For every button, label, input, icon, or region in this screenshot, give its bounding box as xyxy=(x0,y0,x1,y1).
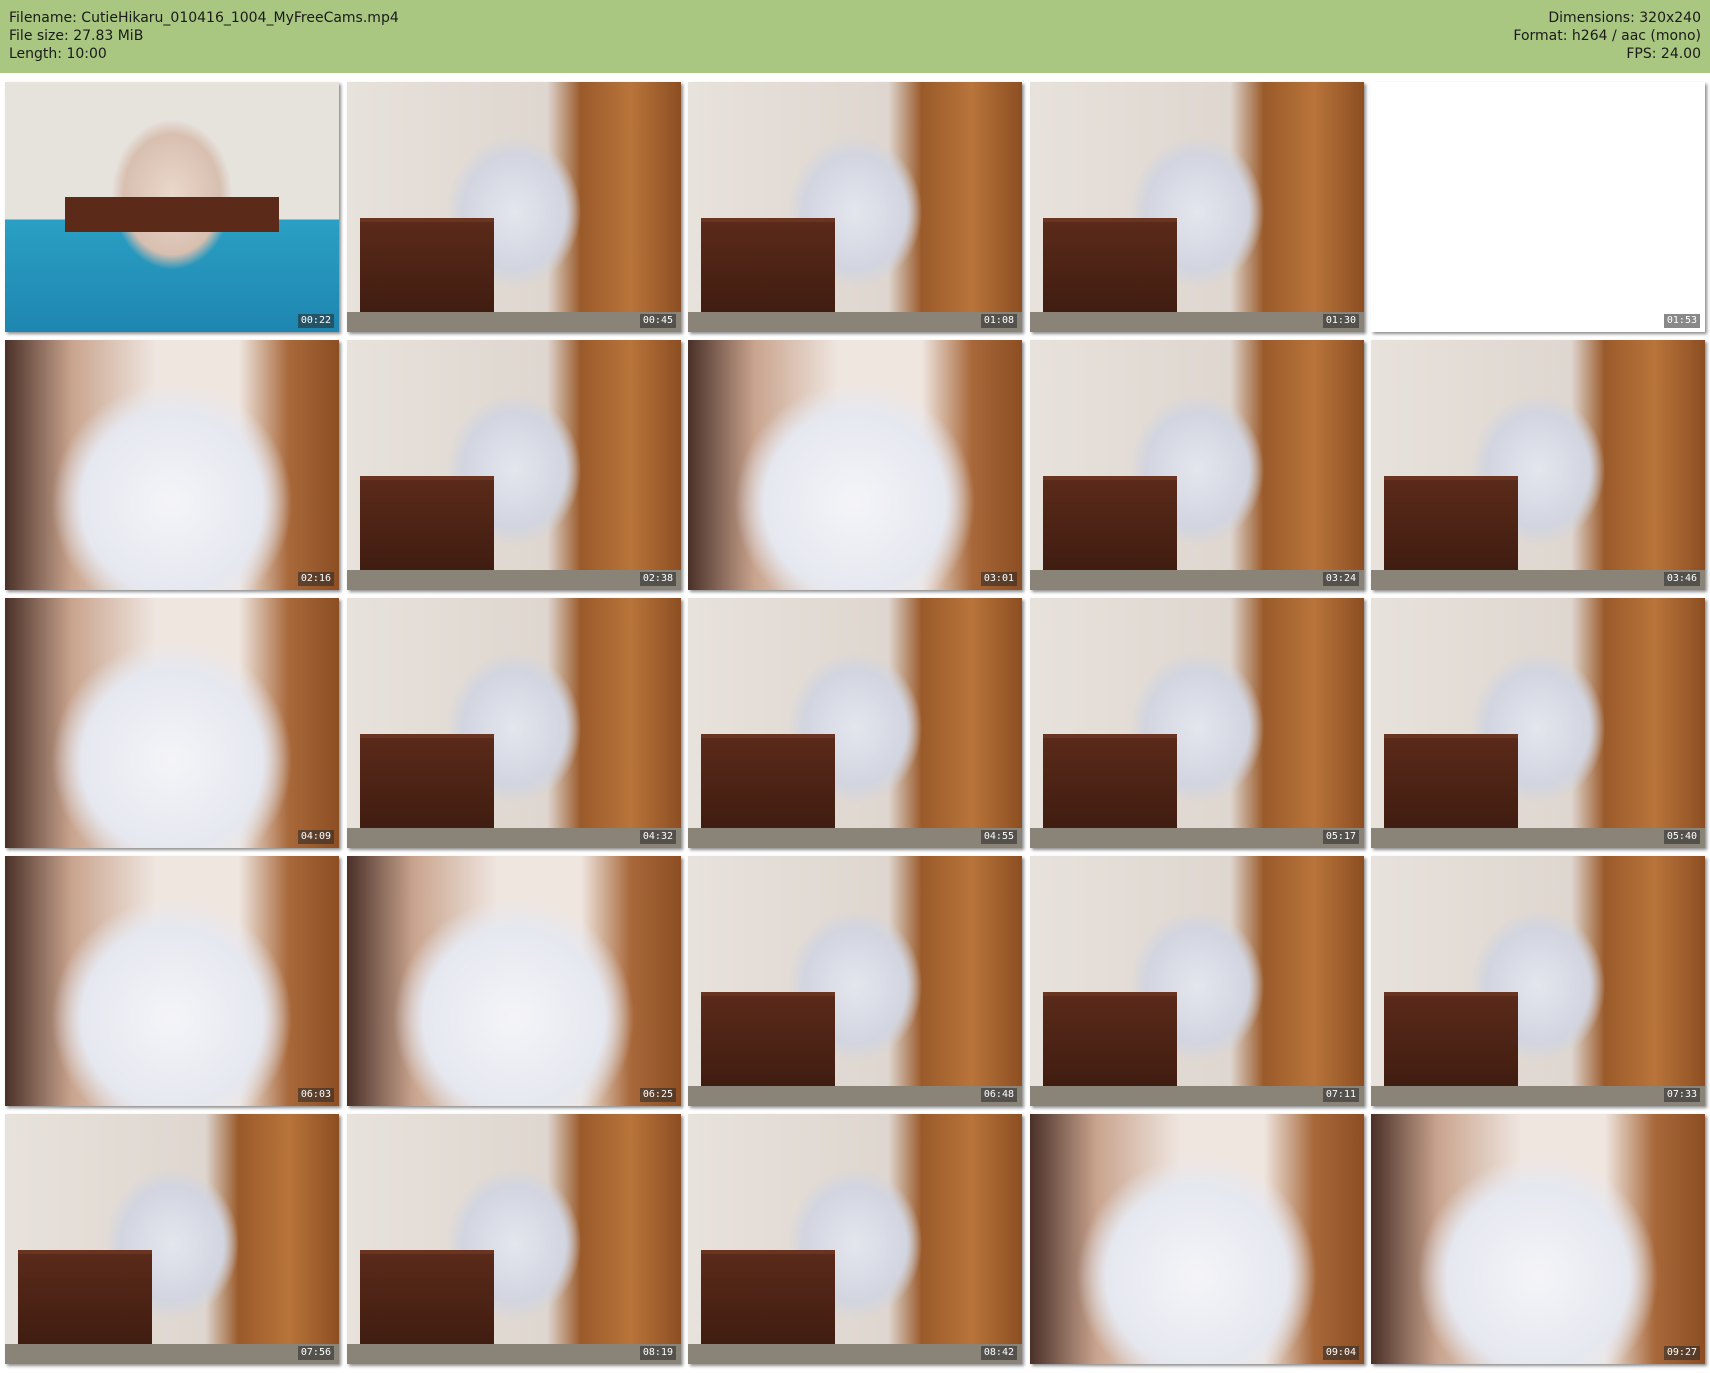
thumbnail-timestamp: 07:56 xyxy=(297,1346,334,1360)
video-thumbnail[interactable]: 03:01 xyxy=(688,340,1022,590)
thumbnail-floor xyxy=(688,1344,1022,1364)
thumbnail-image xyxy=(65,197,279,232)
thumbnail-image xyxy=(1043,734,1177,833)
thumbnail-timestamp: 01:30 xyxy=(1322,314,1359,328)
thumbnail-image xyxy=(360,1250,494,1349)
thumbnail-timestamp: 07:33 xyxy=(1663,1088,1700,1102)
thumbnail-timestamp: 05:17 xyxy=(1322,830,1359,844)
video-thumbnail[interactable]: 03:24 xyxy=(1030,340,1364,590)
video-thumbnail[interactable]: 01:08 xyxy=(688,82,1022,332)
filename-text: Filename: CutieHikaru_010416_1004_MyFree… xyxy=(9,10,399,26)
thumbnail-timestamp: 09:27 xyxy=(1663,1346,1700,1360)
video-thumbnail[interactable]: 08:42 xyxy=(688,1114,1022,1364)
thumbnail-image xyxy=(701,218,835,317)
thumbnail-grid: 00:22 00:45 01:08 01:30 01:53 02:16 02:38 03:01… xyxy=(5,82,1705,1369)
thumbnail-timestamp: 01:08 xyxy=(980,314,1017,328)
thumbnail-floor xyxy=(1030,1086,1364,1106)
thumbnail-timestamp: 00:45 xyxy=(639,314,676,328)
thumbnail-image xyxy=(360,218,494,317)
file-size-text: File size: 27.83 MiB xyxy=(9,28,144,44)
thumbnail-timestamp: 02:38 xyxy=(639,572,676,586)
thumbnail-floor xyxy=(688,828,1022,848)
dimensions-text: Dimensions: 320x240 xyxy=(1548,10,1701,26)
video-thumbnail[interactable]: 06:48 xyxy=(688,856,1022,1106)
thumbnail-timestamp: 08:19 xyxy=(639,1346,676,1360)
thumbnail-floor xyxy=(1371,570,1705,590)
thumbnail-image xyxy=(360,476,494,575)
thumbnail-floor xyxy=(688,1086,1022,1106)
video-thumbnail[interactable]: 07:56 xyxy=(5,1114,339,1364)
video-thumbnail[interactable]: 03:46 xyxy=(1371,340,1705,590)
thumbnail-floor xyxy=(5,1344,339,1364)
fps-text: FPS: 24.00 xyxy=(1626,46,1701,62)
thumbnail-timestamp: 04:09 xyxy=(297,830,334,844)
video-thumbnail[interactable]: 00:45 xyxy=(347,82,681,332)
thumbnail-image xyxy=(18,1250,152,1349)
thumbnail-image xyxy=(1384,992,1518,1091)
thumbnail-timestamp: 01:53 xyxy=(1663,314,1700,328)
thumbnail-timestamp: 08:42 xyxy=(980,1346,1017,1360)
video-thumbnail[interactable]: 09:27 xyxy=(1371,1114,1705,1364)
file-info-left: Filename: CutieHikaru_010416_1004_MyFree… xyxy=(9,9,399,63)
thumbnail-image xyxy=(1384,734,1518,833)
video-thumbnail[interactable]: 04:09 xyxy=(5,598,339,848)
thumbnail-timestamp: 04:55 xyxy=(980,830,1017,844)
thumbnail-floor xyxy=(1371,828,1705,848)
video-thumbnail[interactable]: 01:30 xyxy=(1030,82,1364,332)
format-text: Format: h264 / aac (mono) xyxy=(1513,28,1701,44)
thumbnail-timestamp: 00:22 xyxy=(297,314,334,328)
thumbnail-floor xyxy=(1030,828,1364,848)
video-thumbnail[interactable]: 00:22 xyxy=(5,82,339,332)
thumbnail-image xyxy=(1043,476,1177,575)
video-thumbnail[interactable]: 01:53 xyxy=(1371,82,1705,332)
thumbnail-timestamp: 06:25 xyxy=(639,1088,676,1102)
thumbnail-image xyxy=(701,1250,835,1349)
video-thumbnail[interactable]: 08:19 xyxy=(347,1114,681,1364)
video-thumbnail[interactable]: 04:32 xyxy=(347,598,681,848)
thumbnail-floor xyxy=(347,828,681,848)
video-thumbnail[interactable]: 07:33 xyxy=(1371,856,1705,1106)
thumbnail-timestamp: 04:32 xyxy=(639,830,676,844)
thumbnail-floor xyxy=(347,312,681,332)
thumbnail-image xyxy=(1043,218,1177,317)
video-thumbnail[interactable]: 02:16 xyxy=(5,340,339,590)
video-thumbnail[interactable]: 09:04 xyxy=(1030,1114,1364,1364)
thumbnail-timestamp: 06:03 xyxy=(297,1088,334,1102)
length-text: Length: 10:00 xyxy=(9,46,107,62)
file-info-right: Dimensions: 320x240 Format: h264 / aac (… xyxy=(1513,9,1701,63)
thumbnail-timestamp: 03:24 xyxy=(1322,572,1359,586)
thumbnail-floor xyxy=(1030,312,1364,332)
thumbnail-timestamp: 03:01 xyxy=(980,572,1017,586)
video-thumbnail[interactable]: 02:38 xyxy=(347,340,681,590)
thumbnail-floor xyxy=(347,1344,681,1364)
thumbnail-timestamp: 05:40 xyxy=(1663,830,1700,844)
thumbnail-timestamp: 02:16 xyxy=(297,572,334,586)
video-thumbnail[interactable]: 05:17 xyxy=(1030,598,1364,848)
video-thumbnail[interactable]: 05:40 xyxy=(1371,598,1705,848)
thumbnail-floor xyxy=(347,570,681,590)
thumbnail-timestamp: 06:48 xyxy=(980,1088,1017,1102)
thumbnail-image xyxy=(701,734,835,833)
thumbnail-image xyxy=(1043,992,1177,1091)
video-thumbnail[interactable]: 06:03 xyxy=(5,856,339,1106)
thumbnail-floor xyxy=(1030,570,1364,590)
thumbnail-floor xyxy=(688,312,1022,332)
thumbnail-timestamp: 07:11 xyxy=(1322,1088,1359,1102)
video-thumbnail[interactable]: 04:55 xyxy=(688,598,1022,848)
video-thumbnail[interactable]: 06:25 xyxy=(347,856,681,1106)
info-header: Filename: CutieHikaru_010416_1004_MyFree… xyxy=(0,0,1710,73)
thumbnail-floor xyxy=(1371,1086,1705,1106)
thumbnail-timestamp: 09:04 xyxy=(1322,1346,1359,1360)
video-thumbnail[interactable]: 07:11 xyxy=(1030,856,1364,1106)
thumbnail-image xyxy=(360,734,494,833)
thumbnail-image xyxy=(701,992,835,1091)
thumbnail-image xyxy=(1384,476,1518,575)
thumbnail-timestamp: 03:46 xyxy=(1663,572,1700,586)
